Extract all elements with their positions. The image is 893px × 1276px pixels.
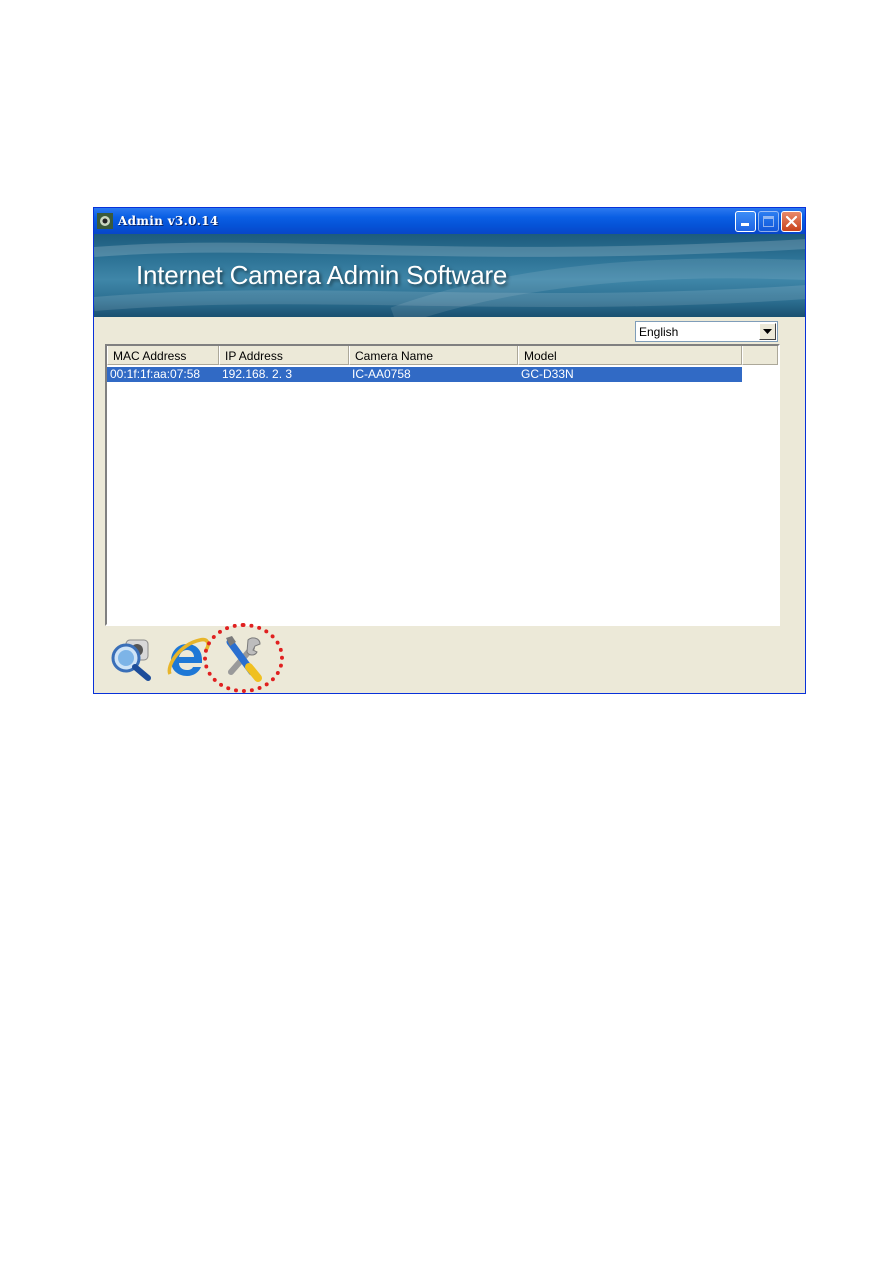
- list-header: MAC Address IP Address Camera Name Model: [107, 346, 778, 365]
- banner: Internet Camera Admin Software: [94, 234, 805, 317]
- cell-camera-name: IC-AA0758: [349, 367, 518, 382]
- cell-ip: 192.168. 2. 3: [219, 367, 349, 382]
- admin-window: Admin v3.0.14 Internet Camera Admin Soft…: [93, 207, 806, 694]
- window-title: Admin v3.0.14: [118, 214, 219, 228]
- column-header-ip[interactable]: IP Address: [219, 346, 349, 365]
- banner-title: Internet Camera Admin Software: [136, 260, 508, 290]
- table-row[interactable]: 00:1f:1f:aa:07:58 192.168. 2. 3 IC-AA075…: [107, 367, 778, 382]
- language-select-value: English: [639, 325, 679, 339]
- column-header-model[interactable]: Model: [518, 346, 742, 365]
- column-header-camera-name[interactable]: Camera Name: [349, 346, 518, 365]
- maximize-button[interactable]: [758, 211, 779, 232]
- column-header-filler: [742, 346, 778, 365]
- camera-list[interactable]: MAC Address IP Address Camera Name Model…: [105, 344, 780, 626]
- chevron-down-icon[interactable]: [759, 323, 776, 340]
- cell-model: GC-D33N: [518, 367, 742, 382]
- cell-mac: 00:1f:1f:aa:07:58: [107, 367, 219, 382]
- minimize-button[interactable]: [735, 211, 756, 232]
- camera-app-icon: [97, 213, 113, 229]
- column-header-mac[interactable]: MAC Address: [107, 346, 219, 365]
- language-select[interactable]: English: [635, 321, 778, 342]
- search-camera-icon[interactable]: [108, 636, 156, 682]
- close-icon: [785, 215, 798, 228]
- highlight-ring: [203, 623, 284, 693]
- title-bar[interactable]: Admin v3.0.14: [94, 208, 805, 234]
- close-button[interactable]: [781, 211, 802, 232]
